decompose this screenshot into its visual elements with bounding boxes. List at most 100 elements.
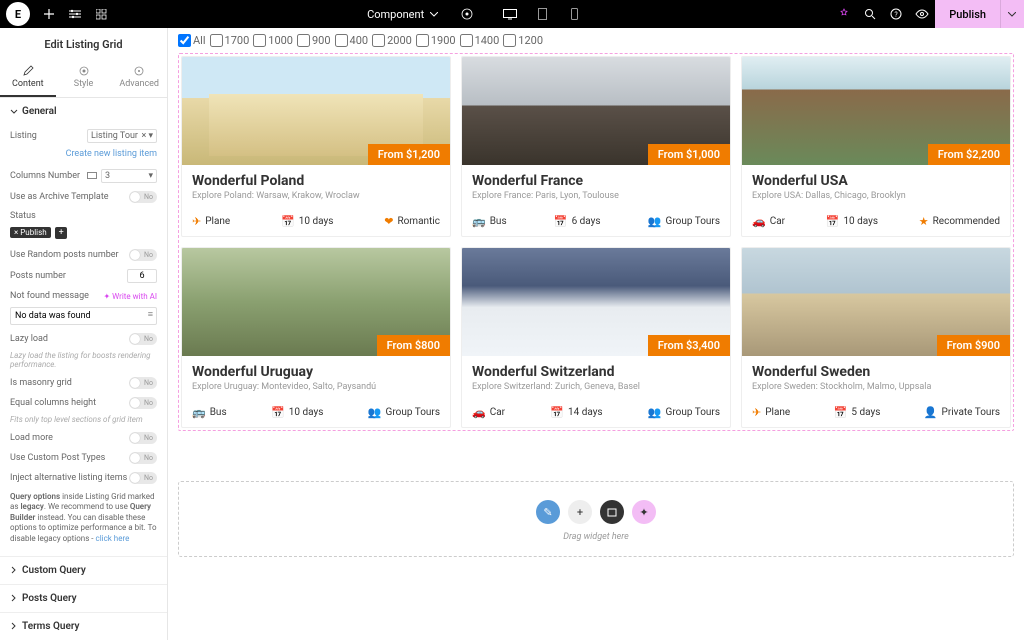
transport-label: Plane xyxy=(205,216,230,227)
add-section-button[interactable]: ✎ xyxy=(536,500,560,524)
add-widget-icon[interactable] xyxy=(36,0,62,28)
listing-card[interactable]: From $3,400Wonderful SwitzerlandExplore … xyxy=(461,247,731,428)
tour-type-label: Romantic xyxy=(397,216,440,227)
card-image: From $1,200 xyxy=(182,57,450,165)
preview-icon[interactable] xyxy=(909,0,935,28)
section-posts-query[interactable]: Posts Query xyxy=(0,584,167,612)
add-template-button[interactable] xyxy=(600,500,624,524)
archive-template-toggle[interactable] xyxy=(129,191,157,203)
tab-advanced[interactable]: Advanced xyxy=(111,59,167,97)
calendar-icon: 📅 xyxy=(834,406,848,419)
tag-icon: 👥 xyxy=(368,406,382,419)
structure-icon[interactable] xyxy=(88,0,114,28)
pencil-icon xyxy=(22,65,34,77)
not-found-input[interactable] xyxy=(10,307,157,325)
card-image: From $3,400 xyxy=(462,248,730,356)
custom-post-types-toggle[interactable] xyxy=(129,452,157,464)
filter-opt[interactable]: 900 xyxy=(297,34,331,47)
status-label: Status xyxy=(10,211,157,221)
filter-checkboxes: All 1700 1000 900 400 2000 1900 1400 120… xyxy=(178,32,1014,53)
desktop-mini-icon xyxy=(87,172,97,180)
dynamic-tags-icon[interactable]: ≡ xyxy=(148,309,153,320)
card-title: Wonderful USA xyxy=(752,173,1000,189)
caret-down-icon xyxy=(10,108,18,116)
section-terms-query[interactable]: Terms Query xyxy=(0,612,167,640)
filter-opt[interactable]: 1200 xyxy=(503,34,543,47)
posts-number-input[interactable] xyxy=(127,269,157,283)
card-subtitle: Explore Uruguay: Montevideo, Salto, Pays… xyxy=(192,382,440,392)
write-with-ai-link[interactable]: ✦ Write with AI xyxy=(103,292,157,301)
card-footer: 🚗Car📅14 days👥Group Tours xyxy=(462,400,730,427)
columns-select[interactable]: 3 ▾ xyxy=(101,169,157,183)
legacy-click-here[interactable]: click here xyxy=(96,534,130,543)
load-more-toggle[interactable] xyxy=(129,432,157,444)
status-add[interactable]: + xyxy=(55,227,67,239)
publish-options[interactable] xyxy=(1000,0,1024,28)
add-element-button[interactable]: + xyxy=(568,500,592,524)
card-body: Wonderful SwitzerlandExplore Switzerland… xyxy=(462,356,730,400)
drop-icon xyxy=(78,65,90,77)
card-title: Wonderful Uruguay xyxy=(192,364,440,380)
tab-content[interactable]: Content xyxy=(0,59,56,97)
search-icon[interactable] xyxy=(857,0,883,28)
card-body: Wonderful PolandExplore Poland: Warsaw, … xyxy=(182,165,450,209)
filter-opt[interactable]: 1400 xyxy=(460,34,500,47)
notifications-icon[interactable] xyxy=(831,0,857,28)
random-posts-toggle[interactable] xyxy=(129,249,157,261)
section-custom-query[interactable]: Custom Query xyxy=(0,556,167,584)
panel-title: Edit Listing Grid xyxy=(0,28,167,59)
filter-opt[interactable]: 400 xyxy=(335,34,369,47)
chevron-down-icon: × ▾ xyxy=(141,131,153,141)
price-tag: From $2,200 xyxy=(928,144,1010,165)
card-footer: 🚌Bus📅10 days👥Group Tours xyxy=(182,400,450,427)
archive-label: Use as Archive Template xyxy=(10,192,129,202)
drop-widget-zone[interactable]: ✎ + ✦ Drag widget here xyxy=(178,481,1014,557)
listing-card[interactable]: From $800Wonderful UruguayExplore Urugua… xyxy=(181,247,451,428)
price-tag: From $1,200 xyxy=(368,144,450,165)
loadmore-label: Load more xyxy=(10,433,129,443)
card-footer: ✈Plane📅5 days👤Private Tours xyxy=(742,400,1010,427)
listing-card[interactable]: From $1,200Wonderful PolandExplore Polan… xyxy=(181,56,451,237)
filter-opt[interactable]: 2000 xyxy=(372,34,412,47)
filter-opt[interactable]: 1700 xyxy=(210,34,250,47)
eqcol-help: Fits only top level sections of grid ite… xyxy=(10,413,157,428)
filter-opt[interactable]: 1000 xyxy=(253,34,293,47)
component-dropdown[interactable]: Component xyxy=(361,8,444,21)
tab-style[interactable]: Style xyxy=(56,59,112,97)
masonry-toggle[interactable] xyxy=(129,377,157,389)
settings-icon[interactable] xyxy=(62,0,88,28)
listing-card[interactable]: From $1,000Wonderful FranceExplore Franc… xyxy=(461,56,731,237)
listing-card[interactable]: From $2,200Wonderful USAExplore USA: Dal… xyxy=(741,56,1011,237)
device-desktop[interactable] xyxy=(500,9,520,20)
elementor-logo[interactable]: E xyxy=(6,2,30,26)
lazy-load-toggle[interactable] xyxy=(129,333,157,345)
masonry-label: Is masonry grid xyxy=(10,378,129,388)
filter-opt[interactable]: 1900 xyxy=(416,34,456,47)
filter-all[interactable]: All xyxy=(178,34,206,47)
transport-label: Bus xyxy=(210,407,227,418)
card-subtitle: Explore Poland: Warsaw, Krakow, Wroclaw xyxy=(192,191,440,201)
transport-label: Bus xyxy=(490,216,507,227)
help-icon[interactable]: ? xyxy=(883,0,909,28)
status-badge[interactable]: × Publish xyxy=(10,227,51,238)
ai-button[interactable]: ✦ xyxy=(632,500,656,524)
section-general[interactable]: General xyxy=(0,98,167,125)
listing-select[interactable]: Listing Tour × ▾ xyxy=(87,129,157,143)
calendar-icon: 📅 xyxy=(826,215,840,228)
listing-grid-widget[interactable]: From $1,200Wonderful PolandExplore Polan… xyxy=(178,53,1014,431)
device-mobile[interactable] xyxy=(564,8,584,20)
equal-columns-toggle[interactable] xyxy=(129,397,157,409)
card-body: Wonderful SwedenExplore Sweden: Stockhol… xyxy=(742,356,1010,400)
page-settings-icon[interactable] xyxy=(454,0,480,28)
device-tablet[interactable] xyxy=(532,8,552,20)
section-general-body: Listing Listing Tour × ▾ Create new list… xyxy=(0,125,167,556)
card-title: Wonderful Sweden xyxy=(752,364,1000,380)
listing-grid: From $1,200Wonderful PolandExplore Polan… xyxy=(181,56,1011,428)
create-listing-link[interactable]: Create new listing item xyxy=(10,147,157,165)
inject-listing-toggle[interactable] xyxy=(129,472,157,484)
listing-card[interactable]: From $900Wonderful SwedenExplore Sweden:… xyxy=(741,247,1011,428)
tour-type-label: Group Tours xyxy=(666,216,720,227)
publish-button[interactable]: Publish xyxy=(935,0,1000,28)
calendar-icon: 📅 xyxy=(281,215,295,228)
price-tag: From $1,000 xyxy=(648,144,730,165)
